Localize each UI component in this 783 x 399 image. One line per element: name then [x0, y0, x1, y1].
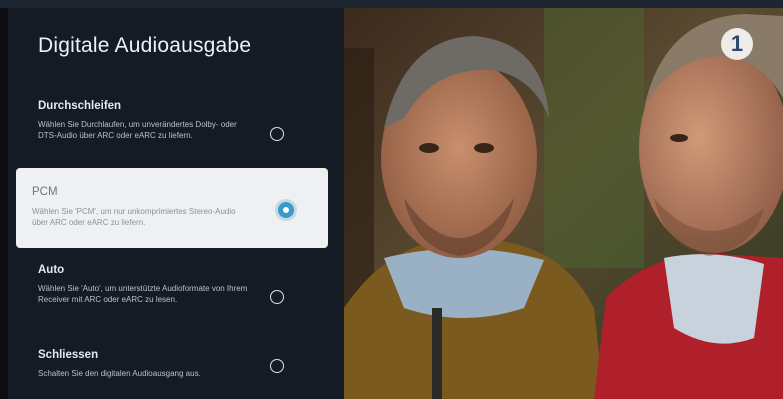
option-title: PCM: [32, 186, 58, 198]
option-description: Wählen Sie 'Auto', um unterstützte Audio…: [38, 284, 248, 304]
option-durchschleifen[interactable]: Durchschleifen Wählen Sie Durchlaufen, u…: [8, 100, 344, 160]
radio-button[interactable]: [270, 359, 284, 373]
page-title: Digitale Audioausgabe: [38, 34, 252, 57]
option-description: Wählen Sie 'PCM', um nur unkomprimiertes…: [32, 207, 236, 227]
option-description: Schalten Sie den digitalen Audioausgang …: [38, 369, 201, 378]
radio-button-selected[interactable]: [278, 202, 294, 218]
tv-video-frame: 1: [344, 8, 783, 399]
radio-button[interactable]: [270, 127, 284, 141]
option-title: Auto: [38, 264, 65, 276]
top-bar: [0, 0, 783, 8]
audio-settings-panel: Digitale Audioausgabe Durchschleifen Wäh…: [8, 8, 344, 399]
tv-scene-image: [344, 8, 783, 399]
option-description: Wählen Sie Durchlaufen, um unverändertes…: [38, 120, 237, 140]
channel-logo: 1: [721, 28, 753, 60]
option-auto[interactable]: Auto Wählen Sie 'Auto', um unterstützte …: [8, 264, 344, 324]
option-title: Durchschleifen: [38, 100, 122, 112]
option-title: Schliessen: [38, 349, 99, 361]
option-schliessen[interactable]: Schliessen Schalten Sie den digitalen Au…: [8, 349, 344, 389]
radio-button[interactable]: [270, 290, 284, 304]
option-pcm[interactable]: PCM Wählen Sie 'PCM', um nur unkomprimie…: [16, 168, 328, 248]
